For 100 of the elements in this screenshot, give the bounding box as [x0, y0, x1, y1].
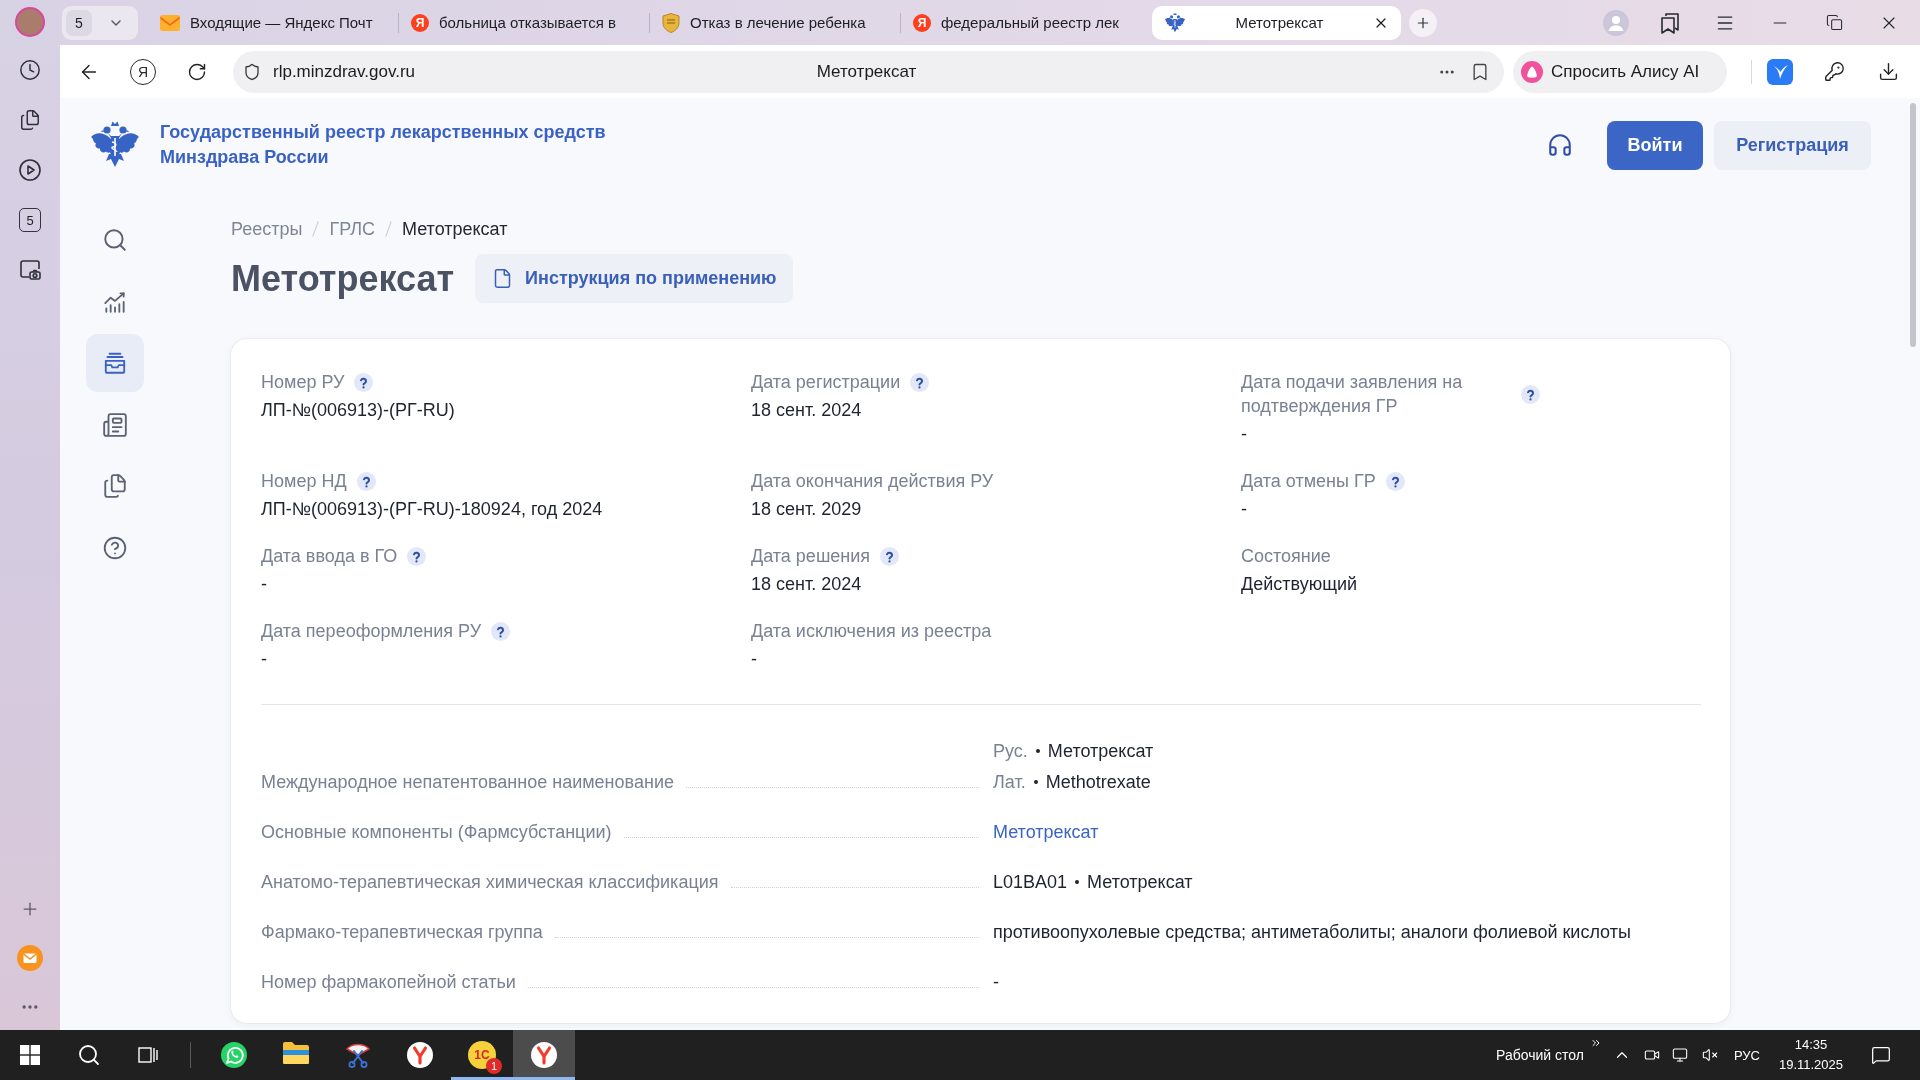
reload-icon[interactable] [187, 61, 207, 82]
documents-icon [102, 473, 128, 499]
field-label: Номер РУ [261, 371, 345, 394]
detail-label: Фармако-терапевтическая группа [261, 921, 543, 944]
desktop-toolbar-label[interactable]: Рабочий стол [1496, 1047, 1584, 1063]
assistant-button[interactable]: Спросить Алису AI [1513, 50, 1727, 93]
eagle-favicon[interactable] [1164, 11, 1186, 34]
breadcrumb-current[interactable]: Метотрексат [402, 217, 508, 241]
help-icon[interactable] [880, 546, 900, 566]
login-button[interactable]: Войти [1607, 120, 1703, 170]
tab-count-badge: 5 [66, 9, 92, 36]
page-title-text: Метотрексат [816, 61, 917, 82]
key-icon[interactable] [1823, 61, 1845, 82]
clock-time[interactable]: 14:35 [1794, 1035, 1828, 1055]
field-value: - [1241, 498, 1247, 521]
page-title: Метотрексат [231, 257, 455, 301]
field-label: Номер НД [261, 470, 347, 493]
separator-dot-icon [1035, 749, 1040, 753]
camera-icon[interactable] [1643, 1047, 1660, 1063]
help-icon[interactable] [910, 372, 930, 392]
browser-tab[interactable]: Входящие — Яндекс Почт [148, 5, 397, 40]
field-label: Дата переоформления РУ [261, 620, 482, 643]
separator-dot-icon [1075, 880, 1080, 884]
help-icon[interactable] [1385, 471, 1405, 491]
clock-icon[interactable] [19, 59, 41, 81]
documents-icon[interactable] [19, 109, 41, 131]
browser-tab[interactable]: Я федеральный реестр лек [901, 5, 1150, 40]
download-icon[interactable] [1877, 61, 1899, 82]
folder-icon[interactable] [282, 1041, 310, 1065]
shield-icon [243, 62, 261, 81]
play-circle-icon[interactable] [18, 158, 42, 182]
language-label: Рус. [993, 740, 1028, 763]
screenshot-icon[interactable] [18, 258, 42, 282]
detail-value: Метотрексат [1047, 740, 1154, 763]
field-label: Дата подачи заявления на подтверждения ГР [1241, 371, 1464, 418]
nav-item[interactable] [86, 334, 144, 392]
browser-tab[interactable]: Я больница отказывается в [399, 5, 648, 40]
site-title[interactable]: Государственный реестр лекарственных средств Минздрава России [160, 120, 606, 170]
field-label: Дата исключения из реестра [751, 620, 992, 643]
letter-favicon: Я [411, 13, 429, 32]
letter-favicon: Я [913, 13, 931, 32]
detail-label: Основные компоненты (Фармсубстанции) [261, 821, 612, 844]
restore-icon[interactable] [1825, 14, 1843, 31]
register-button[interactable]: Регистрация [1714, 120, 1871, 170]
newspaper-icon [102, 411, 128, 438]
detail-value: противоопухолевые средства; антиметаболиты; аналоги фолиевой кислоты [993, 922, 1631, 942]
url-text: rlp.minzdrav.gov.ru [273, 61, 416, 82]
breadcrumb-link[interactable]: Реестры [231, 217, 303, 241]
notification-badge: 1 [486, 1058, 502, 1074]
taskbar-app[interactable] [513, 1030, 575, 1080]
task-view-icon[interactable] [138, 1045, 158, 1065]
field-value: ЛП-№(006913)-(РГ-RU) [261, 399, 455, 422]
help-icon[interactable] [1521, 384, 1540, 404]
assistant-logo-icon [1521, 60, 1543, 83]
language-indicator[interactable]: РУС [1733, 1047, 1760, 1063]
notification-icon[interactable] [1871, 1045, 1891, 1065]
substance-link[interactable]: Метотрексат [993, 822, 1099, 842]
scrollbar-thumb[interactable] [1909, 103, 1916, 347]
search-icon[interactable] [77, 1043, 101, 1067]
field-label: Дата регистрации [751, 371, 901, 394]
detail-label: Номер фармакопейной статьи [261, 971, 516, 994]
bookmarks-icon[interactable] [1659, 11, 1682, 34]
monitor-icon[interactable] [1671, 1047, 1688, 1063]
field-value: 18 сент. 2024 [751, 399, 862, 422]
browser-logo-icon[interactable] [406, 1041, 434, 1069]
help-icon[interactable] [407, 546, 427, 566]
browser-tab[interactable]: Отказ в лечение ребенка [650, 5, 899, 40]
instruction-button[interactable]: Инструкция по применению [475, 254, 794, 303]
field-value: - [261, 648, 267, 671]
detail-label: Международное непатентованное наименование [261, 771, 674, 794]
tab-group-button[interactable]: 5 [62, 5, 138, 40]
help-icon[interactable] [491, 621, 511, 641]
browser-tab[interactable]: Метотрексат [1152, 5, 1401, 40]
breadcrumb-link[interactable]: ГРЛС [329, 217, 375, 241]
classification-code: L01BA01 [993, 871, 1068, 894]
detail-value: Метотрексат [1087, 871, 1193, 894]
four-panes-icon[interactable] [20, 1045, 40, 1065]
browser-logo-icon[interactable] [530, 1041, 558, 1069]
help-icon[interactable] [354, 372, 374, 392]
swoosh-app-icon[interactable] [1767, 58, 1793, 85]
chat-phone-icon[interactable] [220, 1041, 248, 1069]
field-label: Дата решения [751, 545, 871, 568]
search-icon [102, 227, 128, 253]
shield-icon [662, 12, 680, 33]
help-icon[interactable] [356, 471, 376, 491]
scissors-icon[interactable] [344, 1041, 372, 1069]
double-chevron-icon[interactable] [1589, 1037, 1602, 1049]
language-label: Лат. [993, 771, 1026, 794]
envelope-icon [160, 14, 180, 31]
field-value: - [751, 648, 757, 671]
field-label: Дата ввода в ГО [261, 545, 398, 568]
avatar[interactable] [15, 7, 45, 37]
volume-muted-icon[interactable] [1701, 1047, 1718, 1063]
taskbar-app[interactable]: 1С 1 [451, 1030, 513, 1080]
address-field[interactable]: rlp.minzdrav.gov.ru Метотрексат [233, 50, 1504, 93]
new-tab-button[interactable] [1409, 8, 1437, 37]
clock-date[interactable]: 19.11.2025 [1778, 1055, 1844, 1075]
tray-stack-icon [102, 350, 128, 376]
headset-icon[interactable] [1547, 132, 1573, 158]
counter-button[interactable]: 5 [19, 208, 41, 232]
